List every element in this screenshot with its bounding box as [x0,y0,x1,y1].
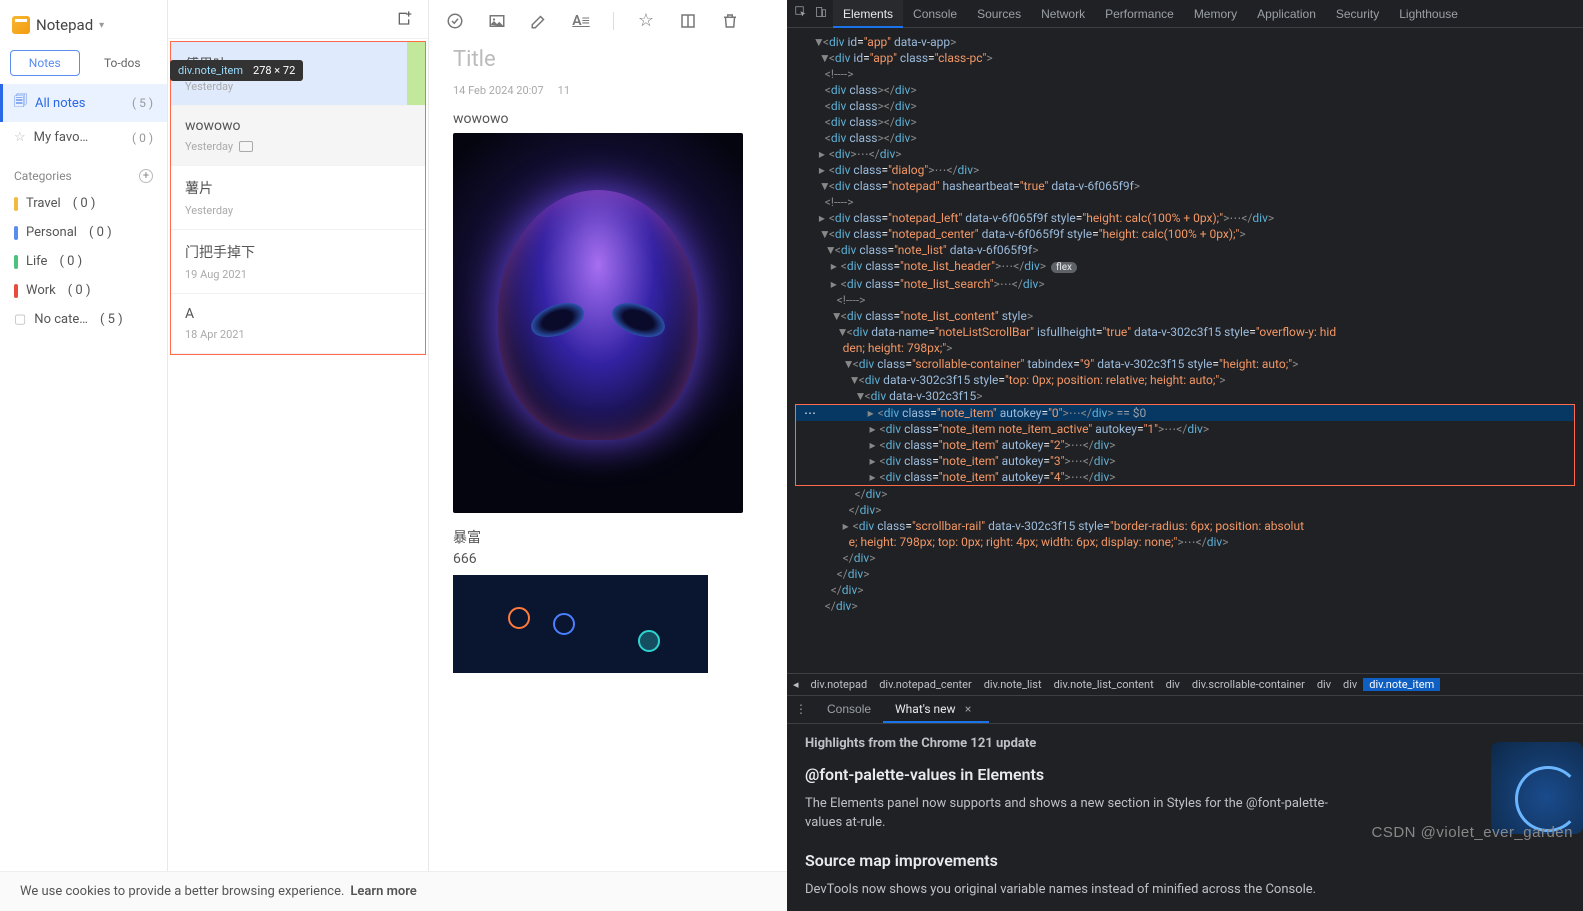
drawer-tabs: ⋮ Console What's new × [787,696,1583,724]
category-color-icon [14,284,18,298]
devtools-tab-sources[interactable]: Sources [967,0,1031,28]
note-item[interactable]: 薯片Yesterday [171,166,425,230]
devtools-tab-memory[interactable]: Memory [1184,0,1247,28]
editor-meta: 14 Feb 2024 20:07 11 [453,84,763,97]
note-item[interactable]: A18 Apr 2021 [171,294,425,354]
text-format-icon[interactable]: A≡ [571,12,591,29]
category-color-icon [14,255,18,269]
breadcrumb-item[interactable]: div.note_list [978,678,1048,691]
notepad-app: Notepad ▾ Notes To-dos 🗐 All notes ( 5 )… [0,0,787,911]
star-outline-icon[interactable]: ☆ [636,10,656,31]
category-color-icon [14,226,18,240]
star-icon: ☆ [14,130,26,145]
dom-breadcrumbs[interactable]: ◂ div.notepaddiv.notepad_centerdiv.note_… [787,673,1583,695]
device-icon[interactable] [813,6,829,21]
whatsnew-graphic [1491,742,1583,834]
new-note-icon[interactable] [396,10,414,28]
drawer-tab-console[interactable]: Console [815,695,883,723]
note-item[interactable]: wowowoYesterday [171,106,425,166]
dom-tree[interactable]: ▼<div id="app" data-v-app> ▼<div id="app… [787,28,1583,673]
note-items-redbox: 傅里叶YesterdaywowowoYesterday 薯片Yesterday门… [170,41,426,355]
folder-icon: ▢ [14,312,26,327]
panel-icon[interactable] [678,12,698,30]
breadcrumb-item[interactable]: div.note_list_content [1048,678,1160,691]
notepad-app-icon [12,16,30,34]
devtools-panel: ElementsConsoleSourcesNetworkPerformance… [787,0,1583,911]
sidebar: Notepad ▾ Notes To-dos 🗐 All notes ( 5 )… [0,0,168,911]
image-chip-icon [239,141,253,152]
devtools-tab-console[interactable]: Console [903,0,967,28]
breadcrumb-item[interactable]: div [1311,678,1337,691]
breadcrumb-item[interactable]: div.notepad_center [873,678,977,691]
toolbar-divider [613,12,614,30]
drawer-heading-1: @font-palette-values in Elements [805,765,1565,784]
editor-toolbar: A≡ ☆ [429,0,787,41]
category-nocate[interactable]: ▢No cate…( 5 ) [0,305,167,334]
breadcrumb-item[interactable]: div.notepad [805,678,874,691]
document-icon: 🗐 [14,92,27,114]
crumb-back-icon[interactable]: ◂ [787,678,805,691]
devtools-tab-lighthouse[interactable]: Lighthouse [1389,0,1468,28]
app-title: Notepad [36,16,93,34]
editor-line2: 暴富 [453,527,763,547]
editor-image-2 [453,575,708,673]
note-list-header [168,0,428,39]
category-life[interactable]: Life( 0 ) [0,247,167,276]
nav-all-notes[interactable]: 🗐 All notes ( 5 ) [0,84,167,122]
drawer-para-1: The Elements panel now supports and show… [805,794,1355,833]
category-color-icon [14,197,18,211]
breadcrumb-item[interactable]: div.note_item [1363,678,1440,691]
close-icon[interactable]: × [959,702,977,716]
breadcrumb-item[interactable]: div [1337,678,1363,691]
note-item[interactable]: 门把手掉下19 Aug 2021 [171,230,425,294]
editor-line1: wowowo [453,111,763,127]
cookie-banner: We use cookies to provide a better brows… [0,871,787,911]
cookie-learn-more[interactable]: Learn more [350,884,416,899]
add-category-icon[interactable]: + [139,169,153,183]
note-list: 傅里叶YesterdaywowowoYesterday 薯片Yesterday门… [168,0,429,911]
note-editor: A≡ ☆ Title 14 Feb 2024 20:07 11 wowowo 暴… [429,0,787,911]
breadcrumb-item[interactable]: div [1160,678,1186,691]
drawer-highlights: Highlights from the Chrome 121 update [805,736,1565,751]
category-work[interactable]: Work( 0 ) [0,276,167,305]
inspect-icon[interactable] [793,6,809,21]
drawer-heading-2: Source map improvements [805,851,1565,870]
tab-todos[interactable]: To-dos [88,50,158,76]
pen-icon[interactable] [529,12,549,30]
nav-favorites[interactable]: ☆ My favo… ( 0 ) [0,122,167,153]
devtools-tab-security[interactable]: Security [1326,0,1389,28]
categories-header: Categories + [0,153,167,189]
editor-image-1 [453,133,743,513]
devtools-tab-network[interactable]: Network [1031,0,1095,28]
checklist-icon[interactable] [445,12,465,30]
category-personal[interactable]: Personal( 0 ) [0,218,167,247]
image-icon[interactable] [487,12,507,30]
editor-body[interactable]: Title 14 Feb 2024 20:07 11 wowowo 暴富 666 [429,41,787,693]
devtools-tab-performance[interactable]: Performance [1095,0,1184,28]
devtools-drawer: ⋮ Console What's new × Highlights from t… [787,695,1583,911]
element-dimension-tooltip: div.note_item 278 × 72 [170,60,303,81]
drawer-body: Highlights from the Chrome 121 update @f… [787,724,1583,911]
trash-icon[interactable] [720,12,740,30]
editor-line3: 666 [453,551,763,567]
drawer-tab-whatsnew[interactable]: What's new × [883,695,989,723]
app-title-row[interactable]: Notepad ▾ [0,8,167,42]
sidebar-tabs: Notes To-dos [0,42,167,84]
devtools-tab-application[interactable]: Application [1247,0,1326,28]
devtools-toolbar: ElementsConsoleSourcesNetworkPerformance… [787,0,1583,28]
editor-title[interactable]: Title [453,47,763,72]
watermark: CSDN @violet_ever_garden [1372,824,1574,841]
devtools-tab-elements[interactable]: Elements [833,0,903,28]
category-travel[interactable]: Travel( 0 ) [0,189,167,218]
drawer-menu-icon[interactable]: ⋮ [787,702,815,716]
tab-notes[interactable]: Notes [10,50,80,76]
breadcrumb-item[interactable]: div.scrollable-container [1186,678,1311,691]
drawer-para-2: DevTools now shows you original variable… [805,880,1355,900]
chevron-down-icon: ▾ [99,20,104,31]
devtools-tabs: ElementsConsoleSourcesNetworkPerformance… [833,0,1468,28]
